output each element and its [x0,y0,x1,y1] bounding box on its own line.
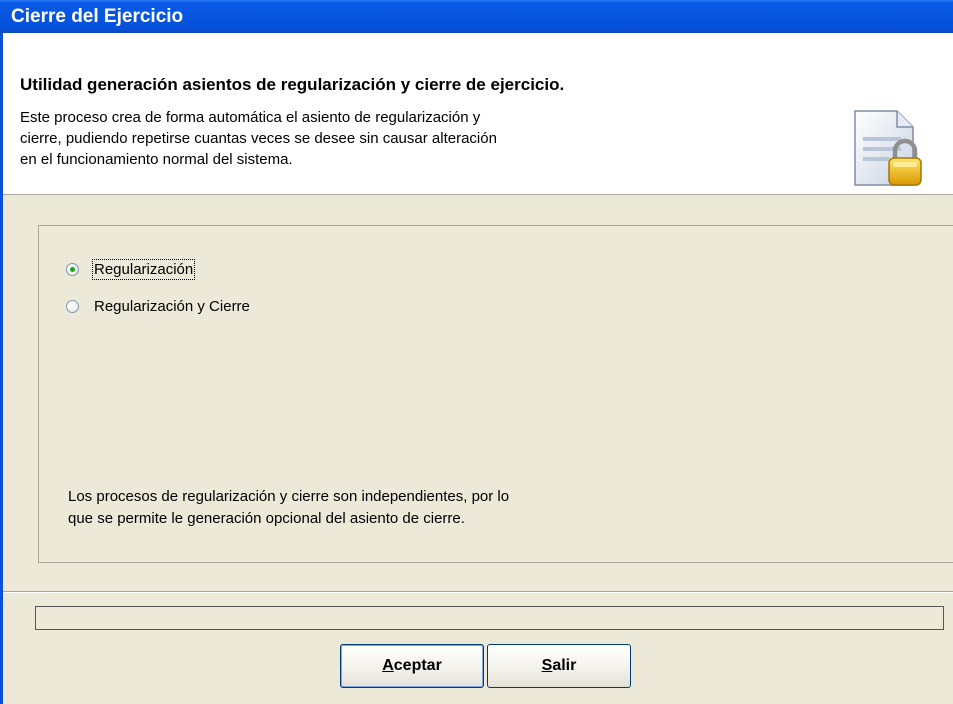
header-description-line: cierre, pudiendo repetirse cuantas veces… [20,130,497,147]
accept-button[interactable]: Aceptar [340,644,484,688]
accept-label: ceptar [393,657,442,674]
exit-button[interactable]: Salir [487,644,631,688]
exit-label: alir [552,657,577,674]
radio-label: Regularización y Cierre [94,298,250,315]
info-note-line: Los procesos de regularización y cierre … [68,488,510,505]
header-description-line: Este proceso crea de forma automática el… [20,109,481,126]
radio-regularizacion[interactable]: Regularización [66,259,196,280]
radio-label: Regularización [91,259,196,280]
radio-regularizacion-y-cierre[interactable]: Regularización y Cierre [66,298,250,315]
document-lock-icon [851,107,929,193]
window-title: Cierre del Ejercicio [11,6,184,27]
radio-button[interactable] [66,300,79,313]
info-note: Los procesos de regularización y cierre … [68,486,668,530]
accept-accelerator: A [382,657,394,674]
info-note-line: que se permite le generación opcional de… [68,510,465,527]
window-titlebar[interactable]: Cierre del Ejercicio [0,0,953,33]
header-description: Este proceso crea de forma automática el… [20,107,660,170]
header-panel: Utilidad generación asientos de regulari… [3,33,953,195]
header-description-line: en el funcionamiento normal del sistema. [20,151,293,168]
exit-accelerator: S [541,657,553,674]
progress-bar [35,606,944,630]
radio-button[interactable] [66,263,79,276]
separator [3,591,953,593]
header-title: Utilidad generación asientos de regulari… [20,75,565,94]
